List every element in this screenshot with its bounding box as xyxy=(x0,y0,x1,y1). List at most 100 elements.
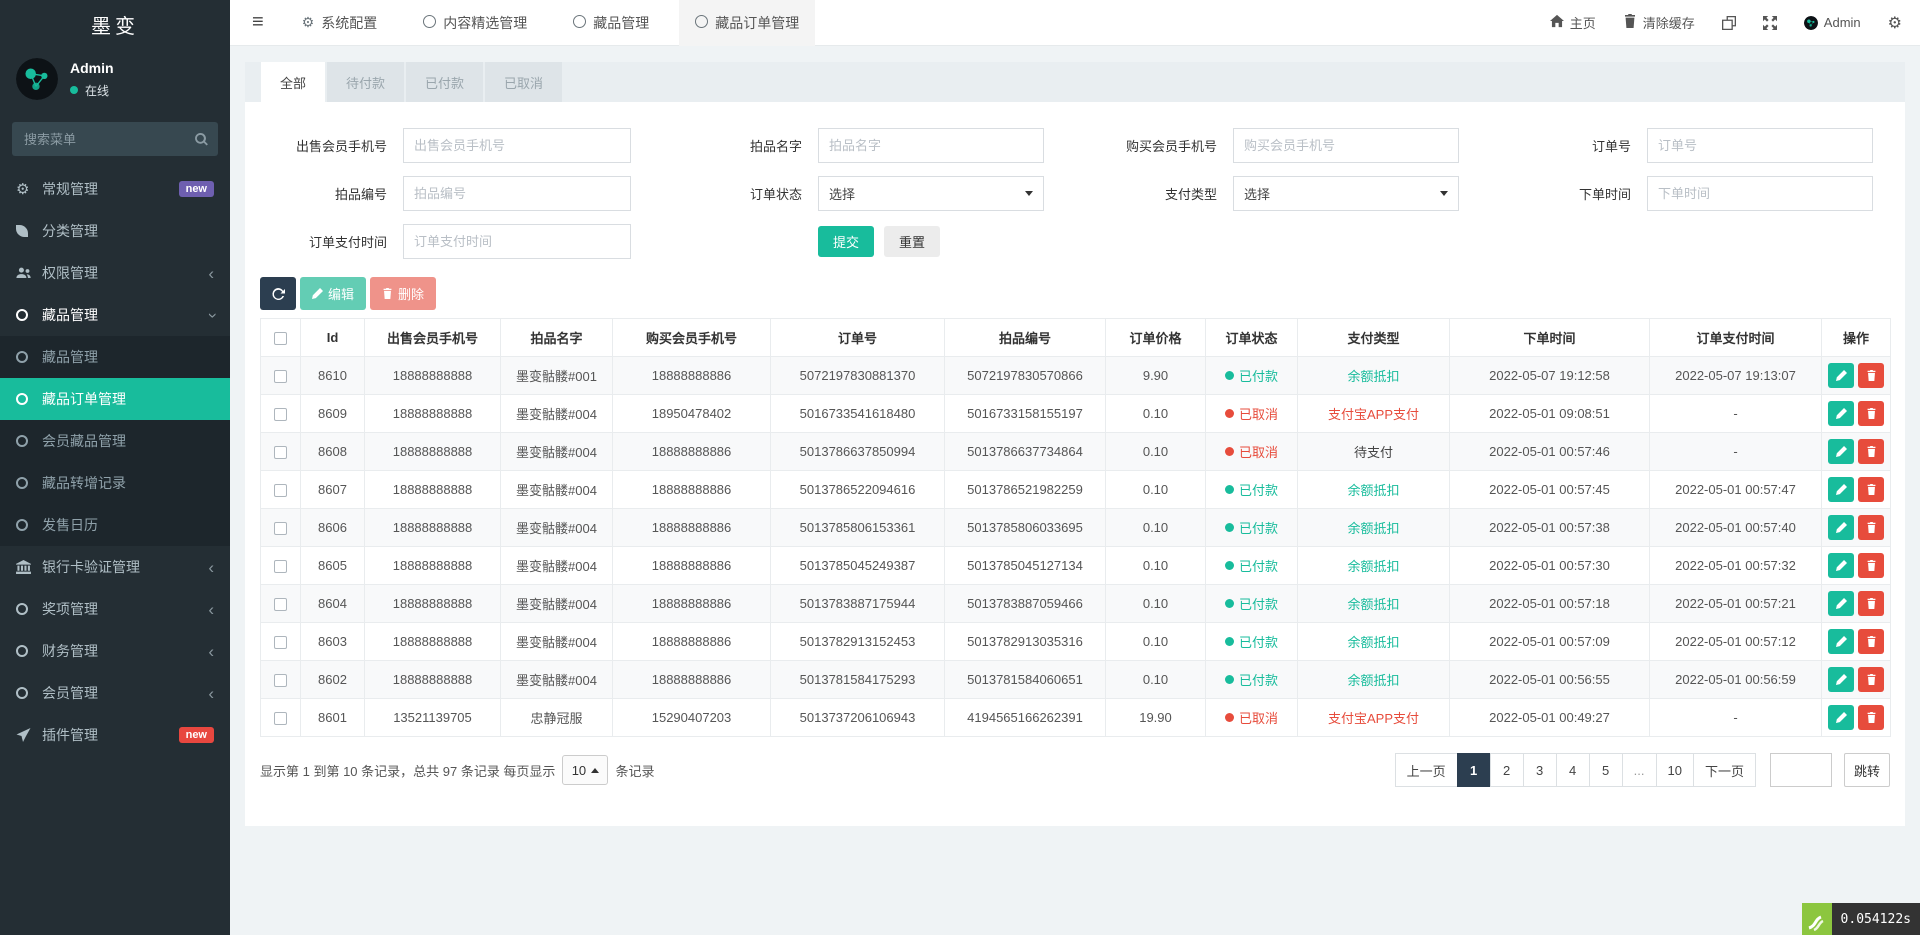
topbar-tab-系统配置[interactable]: ⚙系统配置 xyxy=(286,0,394,46)
buyer-phone-input[interactable] xyxy=(1233,128,1459,163)
page-3[interactable]: 3 xyxy=(1523,753,1557,787)
pay-type-label[interactable]: 余额抵扣 xyxy=(1347,597,1399,612)
avatar xyxy=(16,58,58,100)
pay-type-label[interactable]: 余额抵扣 xyxy=(1347,369,1399,384)
row-checkbox[interactable] xyxy=(274,522,287,535)
tab-待付款[interactable]: 待付款 xyxy=(327,62,404,102)
sidebar-item-权限管理[interactable]: 权限管理‹ xyxy=(0,252,230,294)
page-size-select[interactable]: 10 xyxy=(562,755,608,785)
page-10[interactable]: 10 xyxy=(1656,753,1694,787)
page-jump-button[interactable]: 跳转 xyxy=(1844,753,1890,787)
sidebar-subitem-藏品管理[interactable]: 藏品管理 xyxy=(0,336,230,378)
edit-button[interactable]: 编辑 xyxy=(300,277,366,310)
hamburger-icon[interactable]: ≡ xyxy=(230,11,286,34)
pagination-info-prefix: 显示第 1 到第 10 条记录，总共 97 条记录 每页显示 xyxy=(260,761,555,780)
home-link[interactable]: 主页 xyxy=(1550,13,1596,32)
pay-type-label[interactable]: 支付宝APP支付 xyxy=(1328,711,1419,726)
submit-button[interactable]: 提交 xyxy=(818,226,874,257)
page-5[interactable]: 5 xyxy=(1589,753,1623,787)
pay-time-input[interactable] xyxy=(403,224,631,259)
row-checkbox[interactable] xyxy=(274,484,287,497)
page-jump-input[interactable] xyxy=(1770,753,1832,787)
menu-search-input[interactable] xyxy=(22,131,195,148)
expand-icon[interactable] xyxy=(1763,16,1777,30)
pay-type-label[interactable]: 余额抵扣 xyxy=(1347,635,1399,650)
sidebar-item-会员管理[interactable]: 会员管理‹ xyxy=(0,672,230,714)
row-delete-button[interactable] xyxy=(1858,477,1884,502)
row-checkbox[interactable] xyxy=(274,370,287,383)
item-name-input[interactable] xyxy=(818,128,1044,163)
files-icon[interactable] xyxy=(1722,16,1736,30)
tab-全部[interactable]: 全部 xyxy=(261,62,325,102)
row-delete-button[interactable] xyxy=(1858,363,1884,388)
order-status-select[interactable]: 选择 xyxy=(818,176,1044,211)
page-2[interactable]: 2 xyxy=(1490,753,1524,787)
pay-type-label[interactable]: 支付宝APP支付 xyxy=(1328,407,1419,422)
row-edit-button[interactable] xyxy=(1828,591,1854,616)
delete-button[interactable]: 删除 xyxy=(370,277,436,310)
reset-button[interactable]: 重置 xyxy=(884,226,940,257)
pay-type-label[interactable]: 余额抵扣 xyxy=(1347,559,1399,574)
row-delete-button[interactable] xyxy=(1858,667,1884,692)
page-prev[interactable]: 上一页 xyxy=(1395,753,1458,787)
order-time-input[interactable] xyxy=(1647,176,1873,211)
refresh-button[interactable] xyxy=(260,277,296,310)
row-edit-button[interactable] xyxy=(1828,705,1854,730)
row-delete-button[interactable] xyxy=(1858,515,1884,540)
topbar-tab-藏品管理[interactable]: 藏品管理 xyxy=(557,0,665,46)
sidebar-item-财务管理[interactable]: 财务管理‹ xyxy=(0,630,230,672)
topbar-tab-内容精选管理[interactable]: 内容精选管理 xyxy=(407,0,543,46)
topbar-user[interactable]: Admin xyxy=(1804,15,1861,30)
pay-type-label[interactable]: 余额抵扣 xyxy=(1347,483,1399,498)
cell-actions xyxy=(1822,585,1891,623)
row-checkbox[interactable] xyxy=(274,598,287,611)
row-edit-button[interactable] xyxy=(1828,477,1854,502)
sidebar-item-银行卡验证管理[interactable]: 银行卡验证管理‹ xyxy=(0,546,230,588)
sidebar-subitem-藏品订单管理[interactable]: 藏品订单管理 xyxy=(0,378,230,420)
row-delete-button[interactable] xyxy=(1858,439,1884,464)
sidebar-item-分类管理[interactable]: 分类管理 xyxy=(0,210,230,252)
seller-phone-input[interactable] xyxy=(403,128,631,163)
pay-type-label[interactable]: 余额抵扣 xyxy=(1347,521,1399,536)
row-edit-button[interactable] xyxy=(1828,363,1854,388)
sidebar-item-藏品管理[interactable]: 藏品管理‹ xyxy=(0,294,230,336)
row-checkbox[interactable] xyxy=(274,712,287,725)
row-checkbox[interactable] xyxy=(274,636,287,649)
pay-type-label[interactable]: 待支付 xyxy=(1354,445,1393,460)
page-1[interactable]: 1 xyxy=(1457,753,1491,787)
row-checkbox[interactable] xyxy=(274,560,287,573)
page-4[interactable]: 4 xyxy=(1556,753,1590,787)
order-no-input[interactable] xyxy=(1647,128,1873,163)
page-next[interactable]: 下一页 xyxy=(1693,753,1756,787)
row-checkbox[interactable] xyxy=(274,674,287,687)
item-no-input[interactable] xyxy=(403,176,631,211)
row-delete-button[interactable] xyxy=(1858,629,1884,654)
sidebar-item-奖项管理[interactable]: 奖项管理‹ xyxy=(0,588,230,630)
row-delete-button[interactable] xyxy=(1858,401,1884,426)
row-edit-button[interactable] xyxy=(1828,629,1854,654)
row-edit-button[interactable] xyxy=(1828,401,1854,426)
select-all-checkbox[interactable] xyxy=(274,332,287,345)
row-edit-button[interactable] xyxy=(1828,439,1854,464)
row-delete-button[interactable] xyxy=(1858,553,1884,578)
sidebar-item-插件管理[interactable]: 插件管理new xyxy=(0,714,230,756)
pay-type-label[interactable]: 余额抵扣 xyxy=(1347,673,1399,688)
cell-pay-time: 2022-05-01 00:57:12 xyxy=(1650,623,1822,661)
tab-已取消[interactable]: 已取消 xyxy=(485,62,562,102)
pay-type-select[interactable]: 选择 xyxy=(1233,176,1459,211)
row-checkbox[interactable] xyxy=(274,446,287,459)
topbar-tab-藏品订单管理[interactable]: 藏品订单管理 xyxy=(679,0,815,46)
row-delete-button[interactable] xyxy=(1858,591,1884,616)
gears-icon[interactable]: ⚙ xyxy=(1888,13,1902,33)
row-edit-button[interactable] xyxy=(1828,553,1854,578)
tab-已付款[interactable]: 已付款 xyxy=(406,62,483,102)
sidebar-subitem-会员藏品管理[interactable]: 会员藏品管理 xyxy=(0,420,230,462)
row-edit-button[interactable] xyxy=(1828,667,1854,692)
row-checkbox[interactable] xyxy=(274,408,287,421)
sidebar-subitem-藏品转增记录[interactable]: 藏品转增记录 xyxy=(0,462,230,504)
clear-cache-link[interactable]: 清除缓存 xyxy=(1623,13,1695,32)
sidebar-subitem-发售日历[interactable]: 发售日历 xyxy=(0,504,230,546)
row-edit-button[interactable] xyxy=(1828,515,1854,540)
sidebar-item-常规管理[interactable]: ⚙常规管理new xyxy=(0,168,230,210)
row-delete-button[interactable] xyxy=(1858,705,1884,730)
